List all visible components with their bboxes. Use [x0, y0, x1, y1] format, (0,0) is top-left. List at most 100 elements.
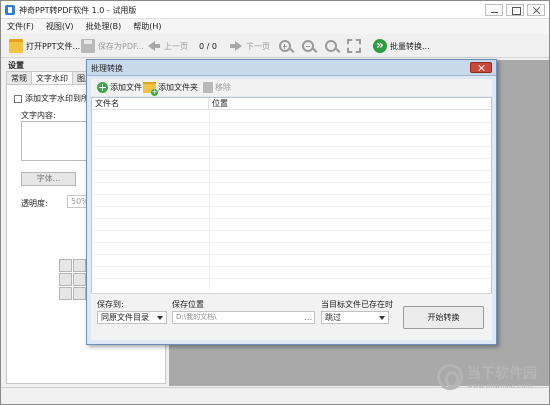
- row-divider: [92, 206, 491, 207]
- row-divider: [92, 122, 491, 123]
- row-divider: [92, 254, 491, 255]
- dropdown-arrow-icon: [157, 316, 163, 320]
- position-cell[interactable]: [73, 273, 86, 286]
- opacity-label: 透明度:: [21, 199, 48, 208]
- browse-button[interactable]: ...: [304, 312, 312, 323]
- toolbar: 打开PPT文件... 保存为PDF... 上一页 0 / 0 下一页 » 批量转…: [1, 34, 549, 58]
- column-divider: [209, 110, 210, 290]
- save-location-label: 保存位置: [172, 300, 204, 309]
- dialog-toolbar: 添加文件 添加文件夹 移除: [91, 79, 492, 96]
- save-pdf-label: 保存为PDF...: [98, 41, 144, 51]
- row-divider: [92, 182, 491, 183]
- save-location-value: D:\我的文档\: [176, 313, 217, 321]
- prev-page-button[interactable]: 上一页: [147, 38, 188, 54]
- dialog-title: 批理转换: [91, 64, 123, 73]
- menu-file[interactable]: 文件(F): [7, 21, 34, 32]
- window-title: 神奇PPT转PDF软件 1.0 - 试用版: [19, 6, 137, 15]
- tab-text-watermark[interactable]: 文字水印: [31, 71, 73, 84]
- start-convert-button[interactable]: 开始转换: [403, 306, 484, 329]
- settings-title: 设置: [8, 61, 24, 70]
- exists-select[interactable]: 跳过: [321, 311, 389, 324]
- row-divider: [92, 242, 491, 243]
- expand-icon: [347, 39, 361, 53]
- column-header-filename[interactable]: 文件名: [92, 98, 209, 110]
- page-counter: 0 / 0: [199, 38, 217, 54]
- font-button[interactable]: 字体...: [21, 172, 76, 186]
- dialog-options: 保存到: 同原文件目录 保存位置 D:\我的文档\ ... 当目标文件已存在时 …: [91, 293, 492, 340]
- row-divider: [92, 194, 491, 195]
- add-file-button[interactable]: 添加文件: [97, 81, 142, 94]
- watermark-logo-icon: [437, 364, 463, 390]
- text-content-label: 文字内容:: [21, 111, 56, 120]
- menu-bar: 文件(F) 视图(V) 批处理(B) 帮助(H): [1, 19, 549, 34]
- save-to-value: 同原文件目录: [101, 313, 149, 322]
- add-folder-icon: [143, 82, 158, 96]
- row-divider: [92, 170, 491, 171]
- save-to-label: 保存到:: [97, 300, 124, 309]
- minimize-button[interactable]: [485, 4, 503, 16]
- zoom-in-icon: [279, 40, 291, 52]
- add-folder-label: 添加文件夹: [158, 83, 198, 92]
- position-cell[interactable]: [59, 259, 72, 272]
- exists-value: 跳过: [325, 313, 341, 322]
- save-location-input[interactable]: D:\我的文档\ ...: [172, 311, 315, 324]
- title-bar: 神奇PPT转PDF软件 1.0 - 试用版: [1, 1, 549, 19]
- next-page-button[interactable]: 下一页: [229, 38, 270, 54]
- save-pdf-button[interactable]: 保存为PDF...: [81, 38, 144, 54]
- add-watermark-checkbox[interactable]: [14, 94, 22, 103]
- row-divider: [92, 218, 491, 219]
- open-ppt-button[interactable]: 打开PPT文件...: [9, 38, 80, 54]
- maximize-button[interactable]: [506, 4, 524, 16]
- position-grid: [59, 259, 86, 300]
- watermark-name: 当下软件园: [467, 366, 537, 382]
- close-button[interactable]: [527, 4, 545, 16]
- page-counter-text: 0 / 0: [199, 41, 217, 51]
- menu-batch[interactable]: 批处理(B): [86, 21, 122, 32]
- dialog-close-button[interactable]: [470, 62, 492, 73]
- fullscreen-button[interactable]: [347, 38, 361, 54]
- zoom-out-icon: [302, 40, 314, 52]
- row-divider: [92, 134, 491, 135]
- row-divider: [92, 230, 491, 231]
- site-watermark: 当下软件园 www.downxia.com: [437, 360, 547, 395]
- arrow-left-icon: [147, 39, 161, 53]
- dialog-title-bar: 批理转换: [87, 60, 496, 76]
- batch-convert-dialog: 批理转换 添加文件 添加文件夹 移除 文件名 位置: [86, 59, 497, 345]
- batch-convert-label: 批量转换...: [390, 41, 430, 51]
- arrow-right-icon: [229, 39, 243, 53]
- zoom-in-button[interactable]: [279, 38, 291, 54]
- column-header-location[interactable]: 位置: [209, 98, 491, 110]
- menu-view[interactable]: 视图(V): [46, 21, 74, 32]
- remove-label: 移除: [215, 83, 231, 92]
- window-controls: [485, 4, 545, 16]
- row-divider: [92, 146, 491, 147]
- position-cell[interactable]: [73, 287, 86, 300]
- row-divider: [92, 266, 491, 267]
- position-cell[interactable]: [59, 273, 72, 286]
- menu-help[interactable]: 帮助(H): [133, 21, 161, 32]
- batch-convert-icon: [373, 38, 387, 53]
- row-divider: [92, 278, 491, 279]
- tab-general[interactable]: 常规: [6, 71, 32, 84]
- open-folder-icon: [9, 39, 23, 53]
- batch-convert-button[interactable]: 批量转换...: [373, 38, 430, 54]
- dropdown-arrow-icon: [379, 316, 385, 320]
- save-to-select[interactable]: 同原文件目录: [97, 311, 167, 324]
- prev-page-label: 上一页: [164, 41, 188, 51]
- add-watermark-checkbox-row[interactable]: 添加文字水印到所有: [14, 93, 97, 104]
- position-cell[interactable]: [59, 287, 72, 300]
- open-ppt-label: 打开PPT文件...: [26, 41, 81, 51]
- position-cell[interactable]: [73, 259, 86, 272]
- app-icon: [5, 5, 15, 15]
- remove-button[interactable]: 移除: [203, 81, 231, 94]
- row-divider: [92, 158, 491, 159]
- zoom-fit-button[interactable]: [325, 38, 337, 54]
- save-icon: [81, 39, 95, 53]
- add-folder-button[interactable]: 添加文件夹: [143, 81, 198, 96]
- watermark-url: www.downxia.com: [467, 382, 533, 390]
- trash-icon: [203, 82, 213, 93]
- add-file-label: 添加文件: [110, 83, 142, 92]
- zoom-out-button[interactable]: [302, 38, 314, 54]
- zoom-fit-icon: [325, 40, 337, 52]
- add-file-icon: [97, 82, 108, 93]
